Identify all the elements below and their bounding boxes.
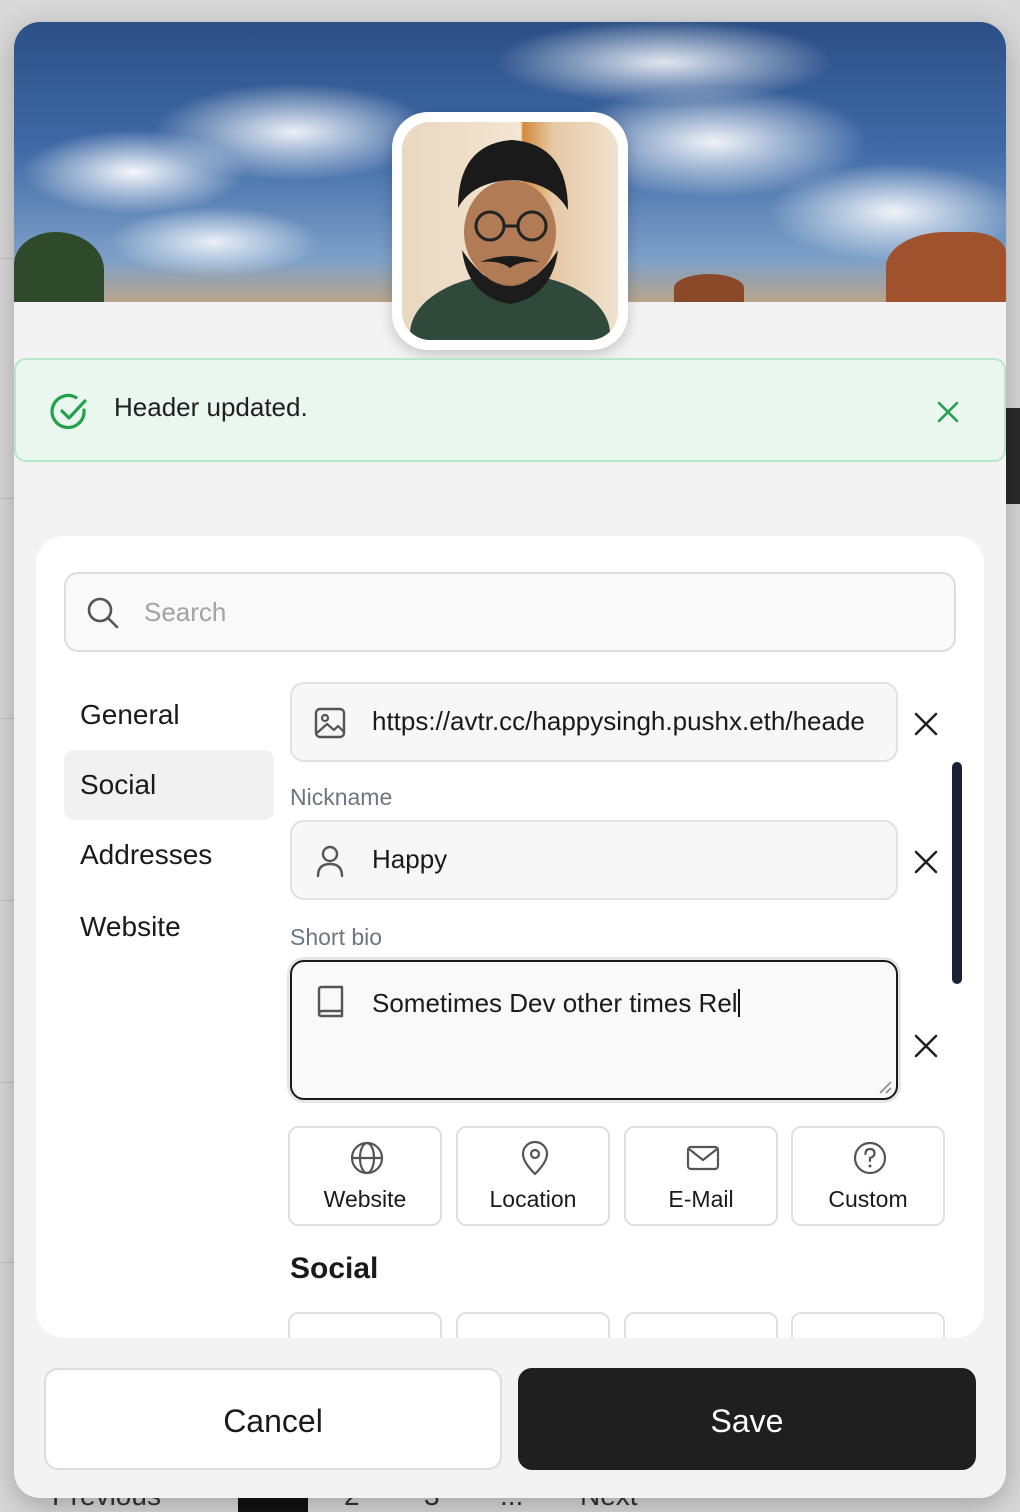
banner-rock xyxy=(674,274,744,302)
toast-message: Header updated. xyxy=(114,392,308,422)
resize-handle-icon[interactable] xyxy=(878,1080,892,1094)
add-email-label: E-Mail xyxy=(668,1186,734,1212)
text-caret xyxy=(737,989,740,1017)
nickname-value: Happy xyxy=(372,844,448,874)
check-circle-icon xyxy=(50,393,87,430)
search-icon xyxy=(87,597,119,629)
avatar[interactable] xyxy=(392,112,628,350)
header-url-value: https://avtr.cc/happysingh.pushx.eth/hea… xyxy=(372,706,865,736)
search-box[interactable] xyxy=(64,572,956,652)
add-location-button[interactable]: Location xyxy=(456,1126,610,1226)
social-chip[interactable] xyxy=(791,1312,945,1338)
book-icon xyxy=(317,985,344,1018)
nav-item-addresses[interactable]: Addresses xyxy=(64,820,274,890)
nav-item-general[interactable]: General xyxy=(64,680,274,750)
nickname-field[interactable]: Happy xyxy=(290,820,898,900)
editor-card: General Social Addresses Website https:/… xyxy=(36,536,984,1338)
add-custom-button[interactable]: Custom xyxy=(791,1126,945,1226)
nav-item-social[interactable]: Social xyxy=(64,750,274,820)
social-chip[interactable] xyxy=(624,1312,778,1338)
social-chip[interactable] xyxy=(456,1312,610,1338)
short-bio-label: Short bio xyxy=(290,924,383,950)
globe-icon xyxy=(350,1141,384,1175)
cancel-button[interactable]: Cancel xyxy=(44,1368,502,1470)
scrollbar-thumb[interactable] xyxy=(952,762,962,984)
map-pin-icon xyxy=(521,1140,549,1176)
add-email-button[interactable]: E-Mail xyxy=(624,1126,778,1226)
social-chip[interactable] xyxy=(288,1312,442,1338)
add-location-label: Location xyxy=(489,1186,577,1212)
mail-icon xyxy=(686,1145,720,1171)
avatar-portrait-icon xyxy=(410,140,610,340)
add-website-label: Website xyxy=(323,1186,407,1212)
short-bio-text: Sometimes Dev other times Rel xyxy=(372,988,738,1018)
help-circle-icon xyxy=(853,1141,887,1175)
clear-nickname-icon[interactable] xyxy=(912,848,940,876)
background-dark-panel xyxy=(1004,408,1020,504)
add-website-button[interactable]: Website xyxy=(288,1126,442,1226)
user-icon xyxy=(316,845,344,878)
image-icon xyxy=(314,707,346,739)
header-url-field[interactable]: https://avtr.cc/happysingh.pushx.eth/hea… xyxy=(290,682,898,762)
profile-editor-modal: Header updated. General Social Addresses… xyxy=(14,22,1006,1498)
short-bio-textarea[interactable]: Sometimes Dev other times Rel xyxy=(290,960,898,1100)
save-button[interactable]: Save xyxy=(518,1368,976,1470)
toast-close-icon[interactable] xyxy=(934,398,962,426)
banner-rock xyxy=(886,232,1006,302)
banner-tree xyxy=(14,232,104,302)
clear-header-url-icon[interactable] xyxy=(912,710,940,738)
nav-item-website[interactable]: Website xyxy=(64,892,274,962)
social-section-title: Social xyxy=(290,1252,379,1285)
clear-short-bio-icon[interactable] xyxy=(912,1032,940,1060)
add-custom-label: Custom xyxy=(828,1186,908,1212)
short-bio-value: Sometimes Dev other times Rel xyxy=(372,988,876,1024)
success-toast: Header updated. xyxy=(14,358,1006,462)
search-input[interactable] xyxy=(144,590,924,634)
nickname-label: Nickname xyxy=(290,784,393,810)
avatar-photo xyxy=(402,122,618,340)
